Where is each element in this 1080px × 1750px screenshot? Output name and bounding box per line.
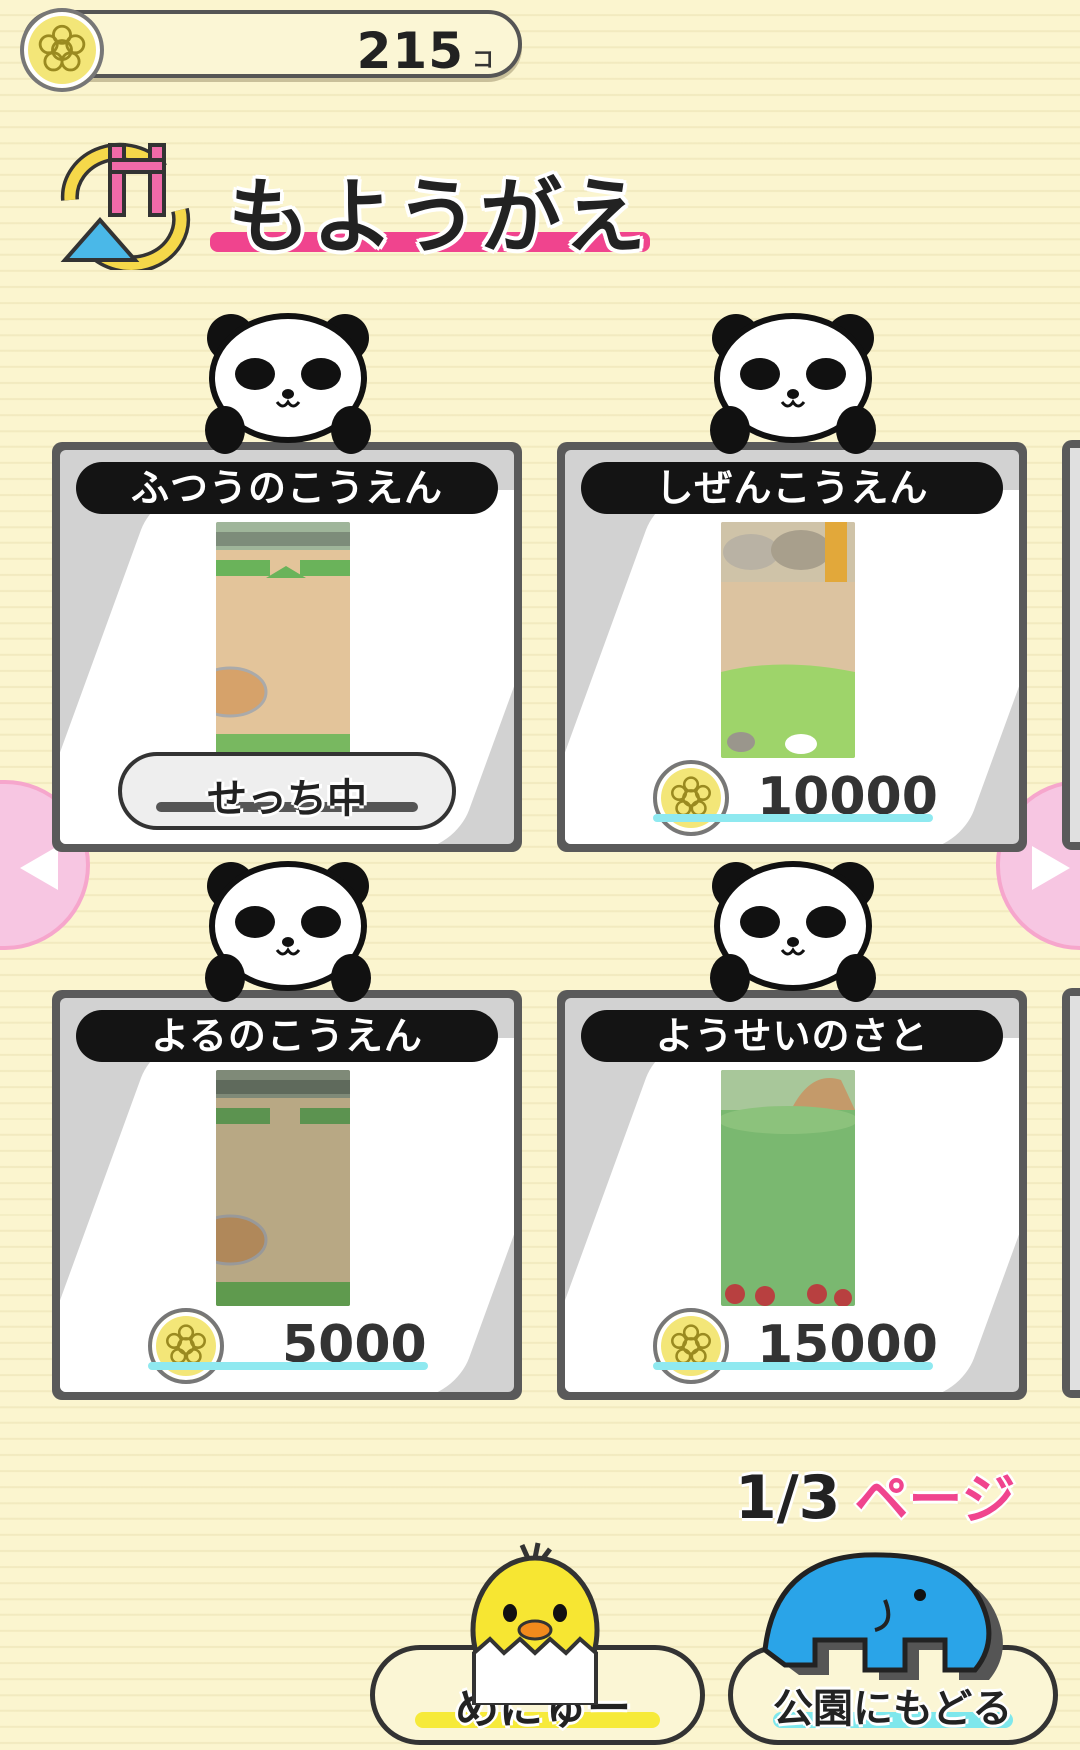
theme-card-nature-park[interactable]: しぜんこうえん 10000: [557, 442, 1027, 852]
panda-icon: [710, 313, 876, 454]
redecorate-icon: [60, 142, 191, 270]
theme-name: しぜんこうえん: [581, 462, 1003, 514]
coin-unit: コ: [471, 48, 494, 73]
coin-balance-bar: 215 コ: [20, 8, 522, 92]
coin-icon: [20, 8, 104, 92]
theme-thumbnail: [721, 1070, 855, 1306]
panda-icon: [205, 313, 371, 454]
arrow-left-icon: [20, 846, 58, 890]
theme-name: ようせいのさと: [581, 1010, 1003, 1062]
coin-icon: [653, 760, 729, 836]
coin-icon: [148, 1308, 224, 1384]
theme-name: よるのこうえん: [76, 1010, 498, 1062]
elephant-icon: [762, 1552, 1003, 1680]
installed-button[interactable]: せっち中: [118, 752, 456, 830]
next-card-edge: [1062, 988, 1080, 1398]
installed-label: せっち中: [207, 776, 367, 822]
panda-icon: [710, 861, 876, 1002]
page-label: ページ: [854, 1468, 1016, 1531]
theme-card-fairy-village[interactable]: ようせいのさと 15000: [557, 990, 1027, 1400]
arrow-right-icon: [1032, 846, 1070, 890]
next-card-edge: [1062, 440, 1080, 850]
theme-card-night-park[interactable]: よるのこうえん 5000: [52, 990, 522, 1400]
coin-icon: [653, 1308, 729, 1384]
page-indicator: 1/3 ページ: [735, 1455, 1015, 1534]
theme-thumbnail: [216, 522, 350, 758]
panda-icon: [205, 861, 371, 1002]
theme-thumbnail: [216, 1070, 350, 1306]
page-title: もようがえ: [228, 170, 649, 265]
coin-amount: 215: [356, 22, 464, 80]
chick-icon: [470, 1542, 600, 1705]
page-total: 3: [798, 1463, 841, 1533]
page-current: 1: [735, 1463, 777, 1533]
theme-card-normal-park[interactable]: ふつうのこうえん せっち中: [52, 442, 522, 852]
theme-thumbnail: [721, 522, 855, 758]
page-separator: /: [776, 1463, 799, 1533]
theme-name: ふつうのこうえん: [76, 462, 498, 514]
